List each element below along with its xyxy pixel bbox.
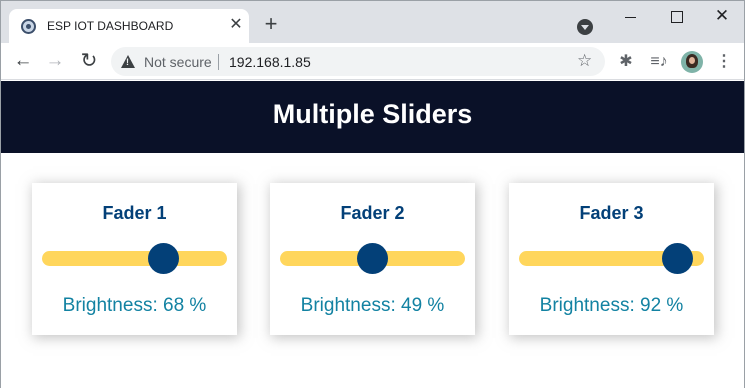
brightness-reading: Brightness: 92 %: [539, 295, 684, 316]
fader-title: Fader 2: [340, 203, 405, 223]
brightness-reading: Brightness: 49 %: [300, 295, 445, 316]
new-tab-button[interactable]: +: [259, 13, 283, 37]
fader-card-1: Fader 1 Brightness: 68 %: [32, 183, 237, 335]
address-divider: [218, 54, 219, 70]
tab-search-icon[interactable]: [577, 19, 593, 35]
fader-3-slider-thumb[interactable]: [662, 243, 693, 274]
minimize-button[interactable]: [607, 3, 653, 31]
page-title: Multiple Sliders: [272, 99, 473, 129]
browser-menu-icon[interactable]: ⋮: [713, 51, 735, 73]
bookmark-star-icon[interactable]: ☆: [577, 51, 592, 71]
fader-1-slider-track[interactable]: [42, 251, 227, 266]
profile-avatar[interactable]: [681, 51, 703, 73]
media-controls-icon[interactable]: ≡♪: [648, 51, 670, 73]
back-button[interactable]: ←: [10, 49, 36, 75]
fader-1-slider-thumb[interactable]: [148, 243, 179, 274]
fader-title: Fader 1: [102, 203, 167, 223]
tab-title: ESP IOT DASHBOARD: [47, 19, 174, 33]
extensions-icon[interactable]: ✱: [615, 51, 637, 73]
tab-esp-iot-dashboard[interactable]: ESP IOT DASHBOARD ✕: [9, 9, 249, 43]
security-label[interactable]: Not secure: [144, 54, 212, 70]
brightness-reading: Brightness: 68 %: [62, 295, 207, 316]
url-text[interactable]: 192.168.1.85: [229, 54, 311, 70]
reload-button[interactable]: ↻: [76, 49, 102, 75]
fader-card-2: Fader 2 Brightness: 49 %: [270, 183, 475, 335]
maximize-button[interactable]: [653, 3, 699, 31]
page-header: Multiple Sliders: [1, 81, 744, 153]
tab-strip: ESP IOT DASHBOARD ✕ + ✕: [1, 1, 744, 43]
favicon-icon: [21, 19, 36, 34]
warning-icon[interactable]: [121, 55, 135, 68]
fader-title: Fader 3: [579, 203, 644, 223]
page-content: Multiple Sliders Fader 1 Brightness: 68 …: [1, 81, 744, 388]
browser-window: ESP IOT DASHBOARD ✕ + ✕ ← → ↻ Not secure…: [0, 0, 745, 388]
browser-toolbar: ← → ↻ Not secure 192.168.1.85 ☆ ✱ ≡♪ ⋮: [1, 43, 744, 80]
fader-card-3: Fader 3 Brightness: 92 %: [509, 183, 714, 335]
tab-close-icon[interactable]: ✕: [227, 16, 245, 34]
fader-2-slider-thumb[interactable]: [357, 243, 388, 274]
forward-button[interactable]: →: [42, 49, 68, 75]
address-bar[interactable]: Not secure 192.168.1.85 ☆: [111, 47, 605, 76]
close-window-button[interactable]: ✕: [699, 3, 745, 31]
